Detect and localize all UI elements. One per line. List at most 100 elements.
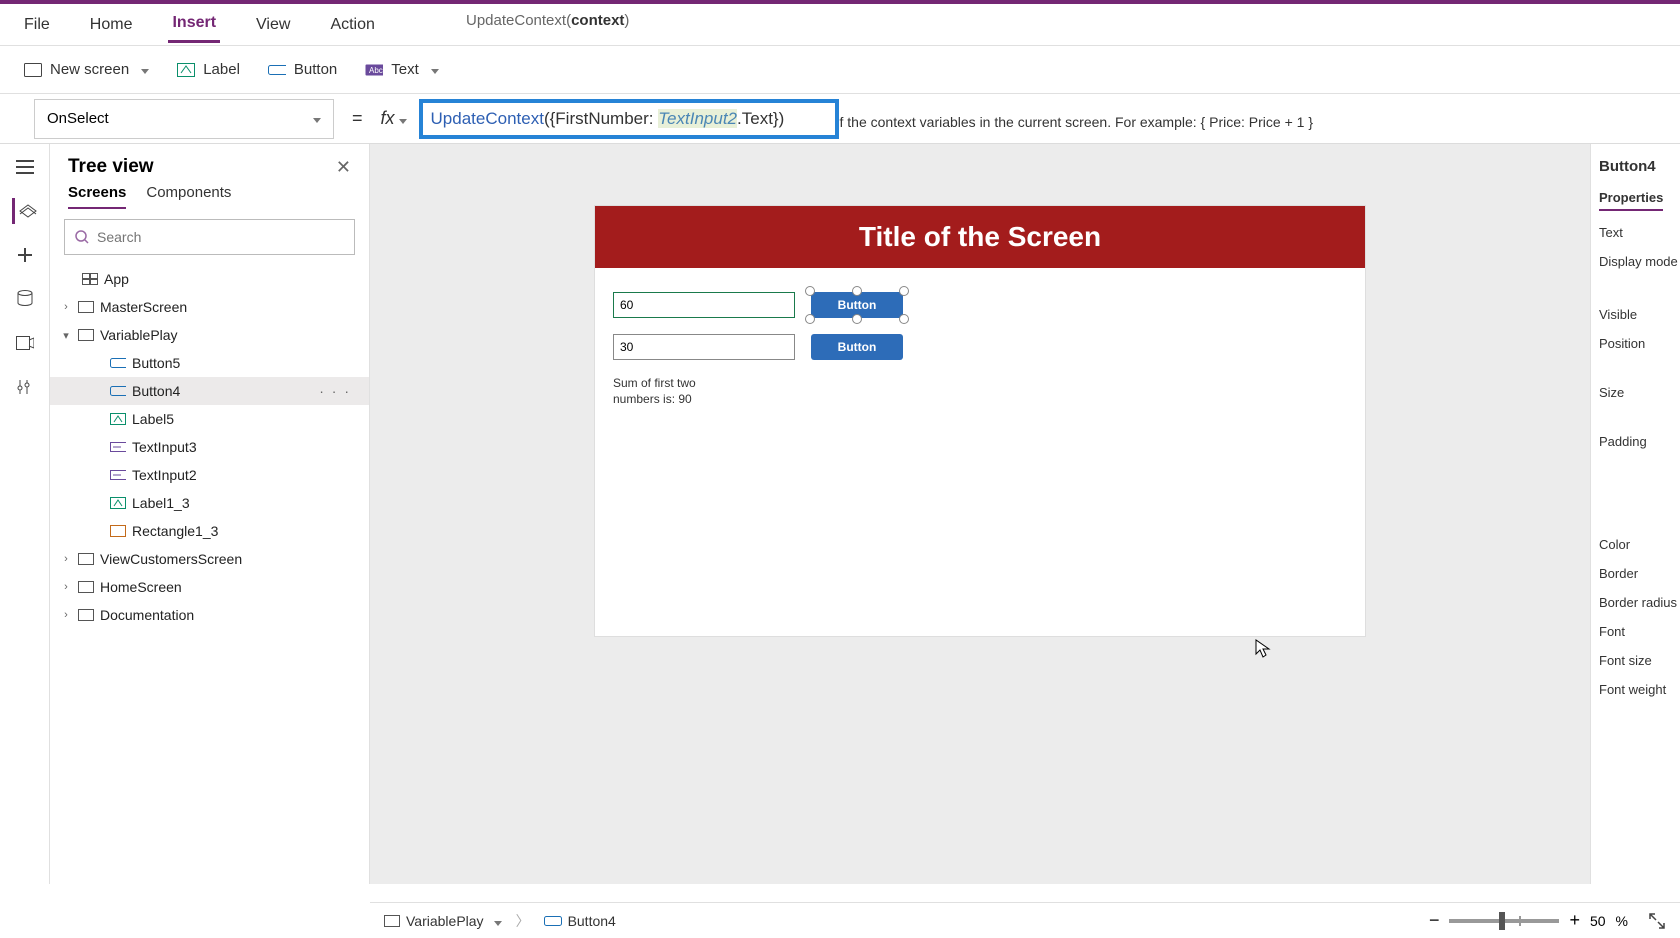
zoom-in-button[interactable]: + <box>1569 910 1580 931</box>
menu-tab-file[interactable]: File <box>20 8 54 42</box>
chevron-icon[interactable]: ▾ <box>60 329 72 342</box>
zoom-slider[interactable] <box>1449 919 1559 923</box>
insert-icon[interactable] <box>12 242 38 268</box>
chevron-icon[interactable]: › <box>60 581 72 593</box>
menu-tab-insert[interactable]: Insert <box>168 6 220 43</box>
insert-text-button[interactable]: Abc Text <box>365 61 439 79</box>
close-panel-button[interactable]: ✕ <box>336 157 351 178</box>
button4-selection-wrap: Button <box>811 292 903 318</box>
prop-font-size[interactable]: Font size <box>1599 653 1672 668</box>
hamburger-icon[interactable] <box>12 154 38 180</box>
zoom-unit: % <box>1616 913 1628 929</box>
breadcrumb-control-label: Button4 <box>568 913 616 929</box>
prop-size[interactable]: Size <box>1599 385 1672 400</box>
fx-label[interactable]: fx <box>381 108 407 129</box>
resize-handle[interactable] <box>852 314 862 324</box>
canvas-area[interactable]: Title of the Screen Button <box>370 144 1590 884</box>
resize-handle[interactable] <box>805 314 815 324</box>
tree-item-label: Button5 <box>132 355 180 371</box>
more-options-button[interactable]: · · · <box>319 383 361 399</box>
prop-font[interactable]: Font <box>1599 624 1672 639</box>
prop-position[interactable]: Position <box>1599 336 1672 351</box>
insert-label-text: Label <box>203 61 240 78</box>
label-icon <box>110 411 126 427</box>
tree-item-rectangle1_3[interactable]: Rectangle1_3 <box>50 517 369 545</box>
resize-handle[interactable] <box>899 286 909 296</box>
design-canvas[interactable]: Title of the Screen Button <box>595 206 1365 636</box>
property-selector[interactable]: OnSelect <box>34 99 334 139</box>
tree-tab-screens[interactable]: Screens <box>68 184 126 209</box>
tree-item-label1_3[interactable]: Label1_3 <box>50 489 369 517</box>
screen-title-bar: Title of the Screen <box>595 206 1365 268</box>
tools-icon[interactable] <box>12 374 38 400</box>
data-icon[interactable] <box>12 286 38 312</box>
menu-tab-home[interactable]: Home <box>86 8 137 42</box>
new-screen-button[interactable]: New screen <box>24 61 149 79</box>
zoom-value: 50 <box>1590 913 1606 929</box>
media-icon[interactable] <box>12 330 38 356</box>
tree-search-box[interactable] <box>64 219 355 255</box>
zoom-out-button[interactable]: − <box>1429 910 1440 931</box>
chevron-icon[interactable]: › <box>60 553 72 565</box>
resize-handle[interactable] <box>852 286 862 296</box>
tree-item-homescreen[interactable]: ›HomeScreen <box>50 573 369 601</box>
tree-item-textinput2[interactable]: TextInput2 <box>50 461 369 489</box>
insert-button-button[interactable]: Button <box>268 61 337 79</box>
text-icon: Abc <box>365 61 383 79</box>
tree-view-icon[interactable] <box>12 198 38 224</box>
tree-item-viewcustomersscreen[interactable]: ›ViewCustomersScreen <box>50 545 369 573</box>
zoom-thumb[interactable] <box>1499 912 1505 930</box>
app-icon <box>82 271 98 287</box>
resize-handle[interactable] <box>805 286 815 296</box>
breadcrumb-screen[interactable]: VariablePlay <box>384 913 502 929</box>
menu-tab-action[interactable]: Action <box>326 8 378 42</box>
ribbon: New screen Label Button Abc Text context… <box>0 46 1680 94</box>
prop-border-radius[interactable]: Border radius <box>1599 595 1672 610</box>
property-formula-bar: OnSelect = fx UpdateContext({FirstNumber… <box>0 94 1680 144</box>
insert-button-text: Button <box>294 61 337 78</box>
breadcrumb-control[interactable]: Button4 <box>544 913 616 929</box>
tree-item-label: TextInput3 <box>132 439 197 455</box>
prop-padding[interactable]: Padding <box>1599 434 1672 449</box>
tree-tab-components[interactable]: Components <box>146 184 231 209</box>
tree-item-masterscreen[interactable]: ›MasterScreen <box>50 293 369 321</box>
chevron-icon[interactable]: › <box>60 301 72 313</box>
resize-handle[interactable] <box>899 314 909 324</box>
chevron-icon[interactable]: › <box>60 609 72 621</box>
properties-tab[interactable]: Properties <box>1599 190 1663 211</box>
tree-item-variableplay[interactable]: ▾VariablePlay <box>50 321 369 349</box>
formula-hint-bold: context <box>571 12 624 29</box>
tree-item-app[interactable]: App <box>50 265 369 293</box>
button5-control[interactable]: Button <box>811 334 903 360</box>
prop-text[interactable]: Text <box>1599 225 1672 240</box>
chevron-down-icon <box>427 61 439 78</box>
screen-icon <box>78 551 94 567</box>
tree-item-documentation[interactable]: ›Documentation <box>50 601 369 629</box>
tree-list: App ›MasterScreen▾VariablePlay Button5 Butt… <box>50 265 369 884</box>
breadcrumb-screen-label: VariablePlay <box>406 913 484 929</box>
tree-item-textinput3[interactable]: TextInput3 <box>50 433 369 461</box>
selected-control-name: Button4 <box>1599 158 1672 175</box>
formula-input[interactable]: UpdateContext({FirstNumber: TextInput2.T… <box>419 99 839 139</box>
tree-item-label5[interactable]: Label5 <box>50 405 369 433</box>
new-screen-icon <box>24 61 42 79</box>
chevron-down-icon <box>309 110 321 127</box>
tree-view-panel: Tree view ✕ Screens Components App›Maste… <box>50 144 370 884</box>
prop-visible[interactable]: Visible <box>1599 307 1672 322</box>
prop-border[interactable]: Border <box>1599 566 1672 581</box>
tree-item-button4[interactable]: Button4· · · <box>50 377 369 405</box>
tree-search-input[interactable] <box>97 229 344 245</box>
tree-item-button5[interactable]: Button5 <box>50 349 369 377</box>
fit-to-window-button[interactable] <box>1648 912 1666 930</box>
textinput-icon <box>110 439 126 455</box>
breadcrumb-separator: 〉 <box>516 911 530 931</box>
textinput3-control[interactable] <box>613 334 795 360</box>
button-icon <box>544 915 562 927</box>
textinput2-control[interactable] <box>613 292 795 318</box>
prop-display-mode[interactable]: Display mode <box>1599 254 1672 269</box>
tree-item-label: App <box>104 271 129 287</box>
insert-label-button[interactable]: Label <box>177 61 240 79</box>
menu-tab-view[interactable]: View <box>252 8 294 42</box>
prop-color[interactable]: Color <box>1599 537 1672 552</box>
prop-font-weight[interactable]: Font weight <box>1599 682 1672 697</box>
